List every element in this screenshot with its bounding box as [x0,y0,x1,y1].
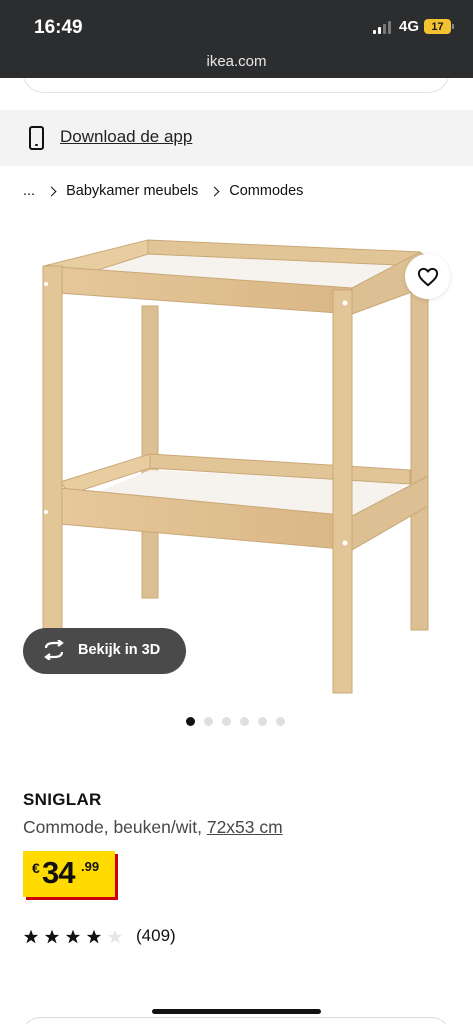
product-description: Commode, beuken/wit, 72x53 cm [23,817,283,838]
signal-icon [372,20,391,34]
breadcrumb-item-babykamer[interactable]: Babykamer meubels [66,183,198,199]
carousel-dot[interactable] [240,717,249,726]
product-rating[interactable]: (409) [23,926,176,946]
star-empty-icon [107,929,123,943]
chevron-right-icon [46,186,57,196]
breadcrumb-item-more[interactable]: ... [23,183,35,199]
product-type: Commode, beuken/wit, [23,817,207,837]
home-indicator[interactable] [152,1009,321,1014]
carousel-dot[interactable] [276,717,285,726]
product-name: SNIGLAR [23,790,102,809]
price-tag: € 34 .99 [23,851,115,897]
star-filled-icon [86,929,102,943]
star-filled-icon [44,929,60,943]
carousel-dot[interactable] [204,717,213,726]
heart-icon [417,267,438,286]
status-indicators: 4G 17 [372,18,454,35]
price-integer: 34 [42,855,75,890]
next-section-card [22,1017,450,1024]
rotate-3d-icon [44,640,64,660]
view-3d-label: Bekijk in 3D [78,642,161,658]
status-time: 16:49 [34,17,83,38]
breadcrumb-item-commodes[interactable]: Commodes [229,183,303,199]
breadcrumb: ... Babykamer meubels Commodes [23,183,303,199]
network-type: 4G [398,18,419,35]
product-size-link[interactable]: 72x53 cm [207,817,283,837]
battery-level: 17 [431,20,444,33]
carousel-dot[interactable] [222,717,231,726]
battery-icon: 17 [424,19,454,34]
carousel-dot[interactable] [258,717,267,726]
review-count: (409) [136,926,176,945]
star-filled-icon [23,929,39,943]
price-decimal: .99 [81,859,100,874]
product-image[interactable] [0,226,473,696]
rating-stars [23,929,123,944]
price-currency: € [32,860,40,876]
address-bar-url[interactable]: ikea.com [0,53,473,70]
app-download-banner: Download de app [0,110,473,166]
chevron-right-icon [209,186,220,196]
download-app-link[interactable]: Download de app [60,127,192,147]
image-carousel-dots [186,717,285,726]
smartphone-icon [29,126,44,150]
star-filled-icon [65,929,81,943]
view-3d-button[interactable]: Bekijk in 3D [23,628,186,674]
favorite-button[interactable] [405,254,450,299]
carousel-dot[interactable] [186,717,195,726]
